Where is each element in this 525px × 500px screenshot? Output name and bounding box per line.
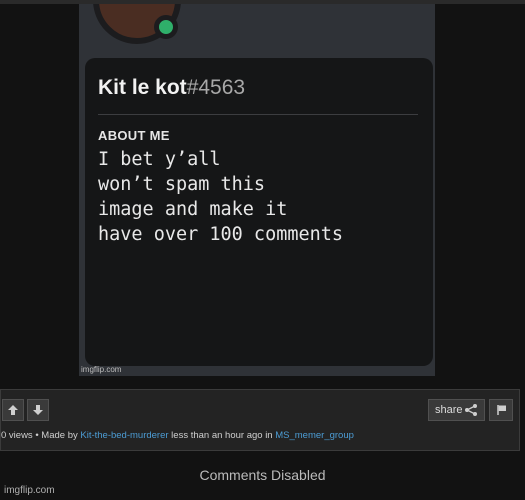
profile-card: Kit le kot#4563 ABOUT ME I bet y’all won… [85,58,433,366]
flag-button[interactable] [489,399,513,421]
share-icon [465,404,477,416]
username: Kit le kot#4563 [98,76,245,100]
flag-icon [497,405,506,415]
view-count: 0 views [1,430,33,441]
share-button[interactable]: share [428,399,485,421]
arrow-down-icon [33,405,43,415]
made-by-prefix: • Made by [32,430,81,441]
online-status-icon [154,15,178,39]
image-meta: 0 views • Made by Kit-the-bed-murderer l… [1,430,354,441]
about-me-heading: ABOUT ME [98,128,170,143]
username-discriminator: #4563 [186,76,246,99]
site-watermark: imgflip.com [4,485,55,496]
username-name: Kit le kot [98,76,187,99]
about-me-text: I bet y’all won’t spam this image and ma… [98,149,344,245]
post-time: less than an hour ago in [168,430,276,441]
card-divider [98,114,418,115]
comments-disabled-notice: Comments Disabled [199,467,326,483]
downvote-button[interactable] [27,399,49,421]
meme-image[interactable]: Kit le kot#4563 ABOUT ME I bet y’all won… [79,4,435,376]
image-watermark: imgflip.com [81,365,122,374]
upvote-button[interactable] [2,399,24,421]
author-link[interactable]: Kit-the-bed-murderer [80,430,168,441]
image-action-bar: share 0 views • Made by Kit-the-bed-murd… [0,389,520,451]
arrow-up-icon [8,405,18,415]
share-label: share [435,404,463,416]
stream-link[interactable]: MS_memer_group [275,430,354,441]
